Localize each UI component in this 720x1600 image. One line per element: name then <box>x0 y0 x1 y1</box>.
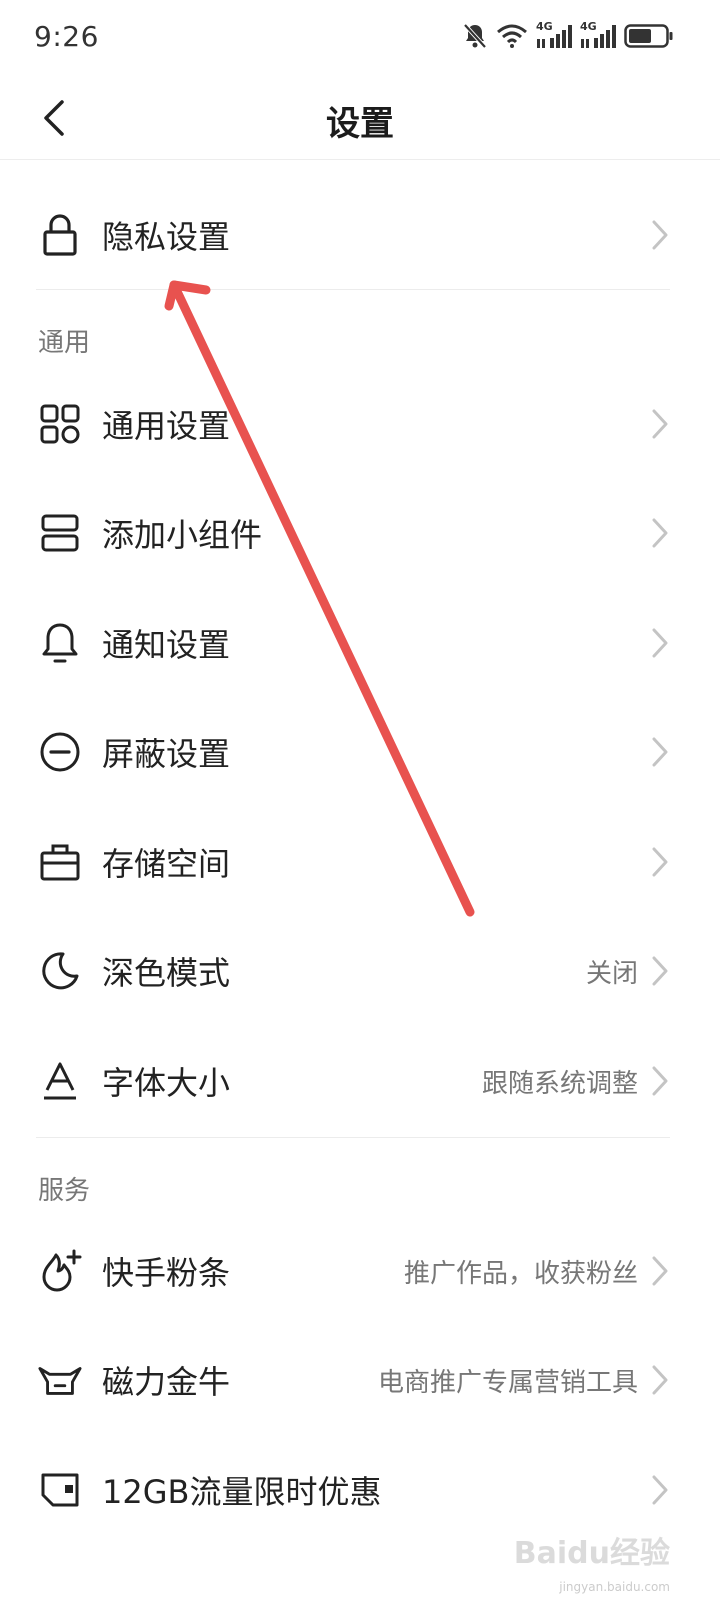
watermark-url: jingyan.baidu.com <box>559 1580 670 1594</box>
bell-icon <box>38 621 82 665</box>
settings-item-label: 添加小组件 <box>102 516 263 554</box>
chevron-right-icon <box>652 518 668 548</box>
chevron-right-icon <box>652 1475 668 1505</box>
divider <box>36 1137 670 1138</box>
chevron-right-icon <box>652 1256 668 1286</box>
settings-item-label: 深色模式 <box>102 954 231 992</box>
grid-icon <box>38 402 82 446</box>
chevron-right-icon <box>652 737 668 767</box>
status-bar: 9:26 4G 4G <box>0 0 720 76</box>
settings-item-font-size[interactable]: 字体大小 跟随系统调整 <box>0 1026 720 1136</box>
bell-muted-icon <box>463 23 487 49</box>
settings-item-label: 屏蔽设置 <box>102 735 231 773</box>
settings-item-add-widget[interactable]: 添加小组件 <box>0 478 720 588</box>
signal-bars-icon <box>581 25 616 48</box>
lock-icon <box>38 213 82 257</box>
section-header-general: 通用 <box>38 328 91 358</box>
signal-4g-2: 4G <box>580 20 616 50</box>
settings-item-label: 12GB流量限时优惠 <box>102 1473 382 1511</box>
chevron-right-icon <box>652 1365 668 1395</box>
chevron-right-icon <box>652 628 668 658</box>
settings-item-dark-mode[interactable]: 深色模式 关闭 <box>0 916 720 1026</box>
settings-item-value: 关闭 <box>585 958 638 989</box>
chevron-right-icon <box>652 409 668 439</box>
section-header-services: 服务 <box>38 1176 91 1206</box>
storage-box-icon <box>38 840 82 884</box>
divider <box>36 289 670 290</box>
wifi-icon <box>497 24 527 48</box>
chevron-right-icon <box>652 956 668 986</box>
sim-card-icon <box>38 1468 82 1512</box>
status-icons: 4G 4G <box>462 20 674 50</box>
settings-item-value: 电商推广专属营销工具 <box>377 1367 638 1398</box>
settings-item-block[interactable]: 屏蔽设置 <box>0 697 720 807</box>
signal-4g-1: 4G <box>536 20 572 50</box>
block-icon <box>38 730 82 774</box>
signal-bars-icon <box>537 25 572 48</box>
bull-icon <box>38 1358 82 1402</box>
settings-item-label: 快手粉条 <box>102 1254 231 1292</box>
settings-item-privacy[interactable]: 隐私设置 <box>0 180 720 290</box>
chevron-right-icon <box>652 1066 668 1096</box>
settings-item-label: 磁力金牛 <box>102 1363 231 1401</box>
settings-item-label: 字体大小 <box>102 1064 231 1102</box>
status-time: 9:26 <box>34 20 99 53</box>
settings-item-label: 通用设置 <box>102 407 231 445</box>
settings-item-value: 跟随系统调整 <box>481 1068 638 1099</box>
settings-item-general[interactable]: 通用设置 <box>0 369 720 479</box>
battery-icon <box>624 24 673 48</box>
chevron-right-icon <box>652 847 668 877</box>
watermark: Baidu经验 <box>514 1528 670 1572</box>
nav-bar: 设置 <box>0 76 720 160</box>
settings-item-notifications[interactable]: 通知设置 <box>0 588 720 698</box>
flame-plus-icon <box>38 1249 82 1293</box>
settings-item-label: 通知设置 <box>102 626 231 664</box>
settings-item-fans-boost[interactable]: 快手粉条 推广作品，收获粉丝 <box>0 1216 720 1326</box>
settings-item-storage[interactable]: 存储空间 <box>0 807 720 917</box>
widget-icon <box>38 511 82 555</box>
moon-icon <box>38 949 82 993</box>
settings-item-label: 隐私设置 <box>102 218 231 256</box>
settings-item-magnetic-bull[interactable]: 磁力金牛 电商推广专属营销工具 <box>0 1325 720 1435</box>
page-title: 设置 <box>326 104 394 144</box>
settings-item-label: 存储空间 <box>102 845 231 883</box>
settings-item-value: 推广作品，收获粉丝 <box>403 1258 638 1289</box>
chevron-right-icon <box>652 220 668 250</box>
watermark-logo: Baidu经验 <box>513 1536 670 1571</box>
font-size-icon <box>38 1059 82 1103</box>
